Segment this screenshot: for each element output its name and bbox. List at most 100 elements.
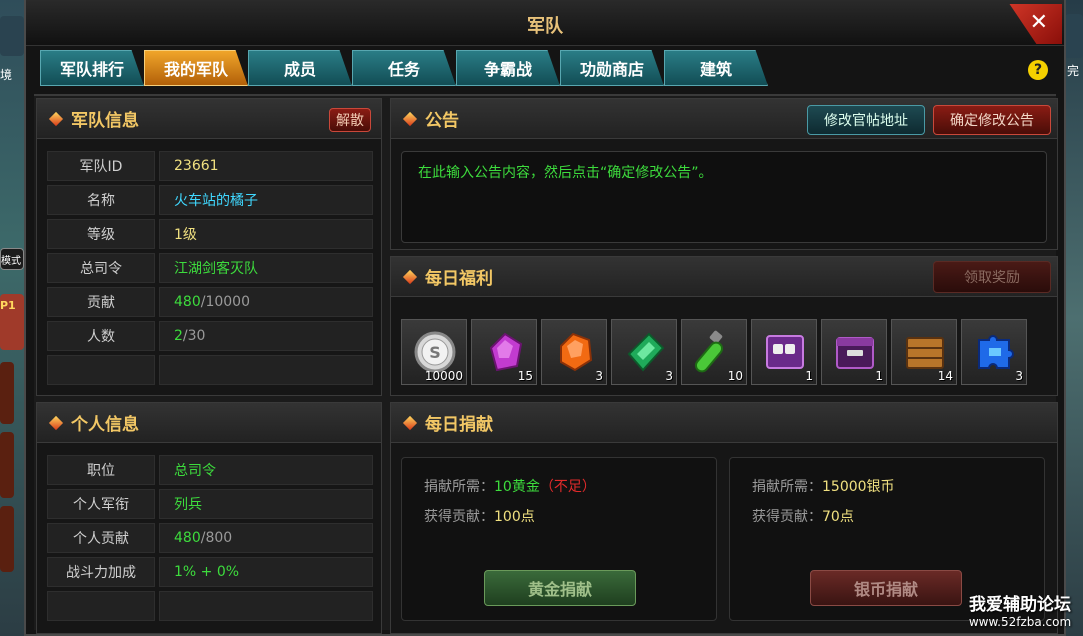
gold-donate-button[interactable]: 黄金捐献 [484,570,636,606]
personal-info-panel: 个人信息 职位 总司令 个人军衔 列兵 个人贡献 480/800 战斗力加成 1% + 0% [36,402,382,634]
diamond-icon [402,269,418,284]
info-row [47,591,373,621]
gold-gain-value: 100点 [494,509,535,525]
silver-need-label: 捐献所需： [752,479,822,495]
info-key: 个人贡献 [47,523,155,553]
reward-item-count: 14 [937,369,953,383]
info-row: 总司令 江湖剑客灭队 [47,253,373,283]
reward-item-count: 1 [805,369,813,383]
info-value: 2/30 [159,321,373,351]
reward-item-slot[interactable]: 15 [471,319,537,385]
info-key: 名称 [47,185,155,215]
notice-textarea[interactable]: 在此输入公告内容，然后点击“确定修改公告”。 [401,151,1047,243]
reward-item-slot[interactable]: 3 [611,319,677,385]
army-info-title: 军队信息 [71,111,139,131]
tab-2[interactable]: 成员 [248,50,352,86]
gold-need-line: 捐献所需：10黄金（不足） [424,476,596,496]
reward-item-count: 3 [665,369,673,383]
info-key: 军队ID [47,151,155,181]
edit-forum-address-button[interactable]: 修改官帖地址 [807,105,925,135]
claim-reward-button[interactable]: 领取奖励 [933,261,1051,293]
info-value: 480/800 [159,523,373,553]
info-value: 480/10000 [159,287,373,317]
reward-item-slot[interactable]: S 10000 [401,319,467,385]
info-key [47,355,155,385]
info-key: 等级 [47,219,155,249]
reward-item-slot[interactable]: 3 [541,319,607,385]
side-button-2[interactable] [0,432,14,498]
watermark-line1: 我爱辅助论坛 [969,595,1071,615]
side-label-jing: 境 [0,68,13,82]
confirm-notice-button[interactable]: 确定修改公告 [933,105,1051,135]
info-value: 列兵 [159,489,373,519]
tab-bar: 军队排行 我的军队 成员 任务 争霸战 功勋商店 建筑 [40,50,768,86]
info-key: 战斗力加成 [47,557,155,587]
info-row: 贡献 480/10000 [47,287,373,317]
info-value-max: /30 [182,328,206,344]
gold-gain-line: 获得贡献：100点 [424,506,535,526]
svg-text:S: S [429,343,441,362]
info-key: 贡献 [47,287,155,317]
help-icon[interactable]: ? [1028,60,1048,80]
daily-welfare-title: 每日福利 [425,269,493,289]
reward-item-slot[interactable]: 10 [681,319,747,385]
tab-1[interactable]: 我的军队 [144,50,248,86]
side-avatar-top [0,16,24,56]
daily-welfare-header: 每日福利 领取奖励 [391,257,1057,297]
silver-coin-icon: S [413,330,457,374]
army-info-panel: 军队信息 解散 军队ID 23661 名称 火车站的橘子 等级 1级 总司令 江湖剑客灭队 贡献… [36,98,382,396]
silver-donate-button[interactable]: 银币捐献 [810,570,962,606]
gold-need-label: 捐献所需： [424,479,494,495]
wooden-crate-icon [903,330,947,374]
reward-item-count: 1 [875,369,883,383]
info-value: 1% + 0% [159,557,373,587]
daily-donation-header: 每日捐献 [391,403,1057,443]
info-row: 职位 总司令 [47,455,373,485]
side-mode-button[interactable]: 模式 [0,248,24,270]
gold-gain-label: 获得贡献： [424,509,494,525]
side-right-label: 完 [1067,64,1080,78]
daily-welfare-panel: 每日福利 领取奖励 S 10000 15 3 3 10 1 1 14 3 [390,256,1058,396]
purple-box-icon [763,330,807,374]
diamond-icon [402,111,418,126]
tab-3[interactable]: 任务 [352,50,456,86]
tab-4[interactable]: 争霸战 [456,50,560,86]
tab-0[interactable]: 军队排行 [40,50,144,86]
reward-item-slot[interactable]: 1 [751,319,817,385]
tab-5[interactable]: 功勋商店 [560,50,664,86]
reward-item-slot[interactable]: 14 [891,319,957,385]
silver-need-line: 捐献所需：15000银币 [752,476,895,496]
info-value-current: 480 [174,294,201,310]
orange-gem-icon [553,330,597,374]
reward-item-count: 15 [517,369,533,383]
info-key: 总司令 [47,253,155,283]
info-key [47,591,155,621]
info-value-current: 480 [174,530,201,546]
reward-item-slot[interactable]: 3 [961,319,1027,385]
personal-info-header: 个人信息 [37,403,381,443]
reward-item-count: 10000 [424,369,463,383]
army-info-header: 军队信息 解散 [37,99,381,139]
notice-panel: 公告 修改官帖地址 确定修改公告 在此输入公告内容，然后点击“确定修改公告”。 [390,98,1058,250]
silver-gain-line: 获得贡献：70点 [752,506,854,526]
green-potion-icon [693,330,737,374]
side-button-1[interactable] [0,362,14,424]
reward-item-slot[interactable]: 1 [821,319,887,385]
title-bar: 军队 ✕ [26,0,1064,46]
silver-gain-label: 获得贡献： [752,509,822,525]
reward-item-count: 3 [595,369,603,383]
side-badge-p1[interactable]: P1 [0,294,24,350]
disband-button[interactable]: 解散 [329,108,371,132]
reward-item-count: 10 [727,369,743,383]
side-right-avatar [1065,14,1083,58]
notice-header: 公告 修改官帖地址 确定修改公告 [391,99,1057,139]
info-value: 23661 [159,151,373,181]
info-value: 总司令 [159,455,373,485]
side-button-3[interactable] [0,506,14,572]
info-row: 人数 2/30 [47,321,373,351]
tab-6[interactable]: 建筑 [664,50,768,86]
green-crystal-icon [623,330,667,374]
info-row [47,355,373,385]
info-value: 江湖剑客灭队 [159,253,373,283]
content-area: 军队信息 解散 军队ID 23661 名称 火车站的橘子 等级 1级 总司令 江湖剑客灭队 贡献… [34,94,1058,634]
